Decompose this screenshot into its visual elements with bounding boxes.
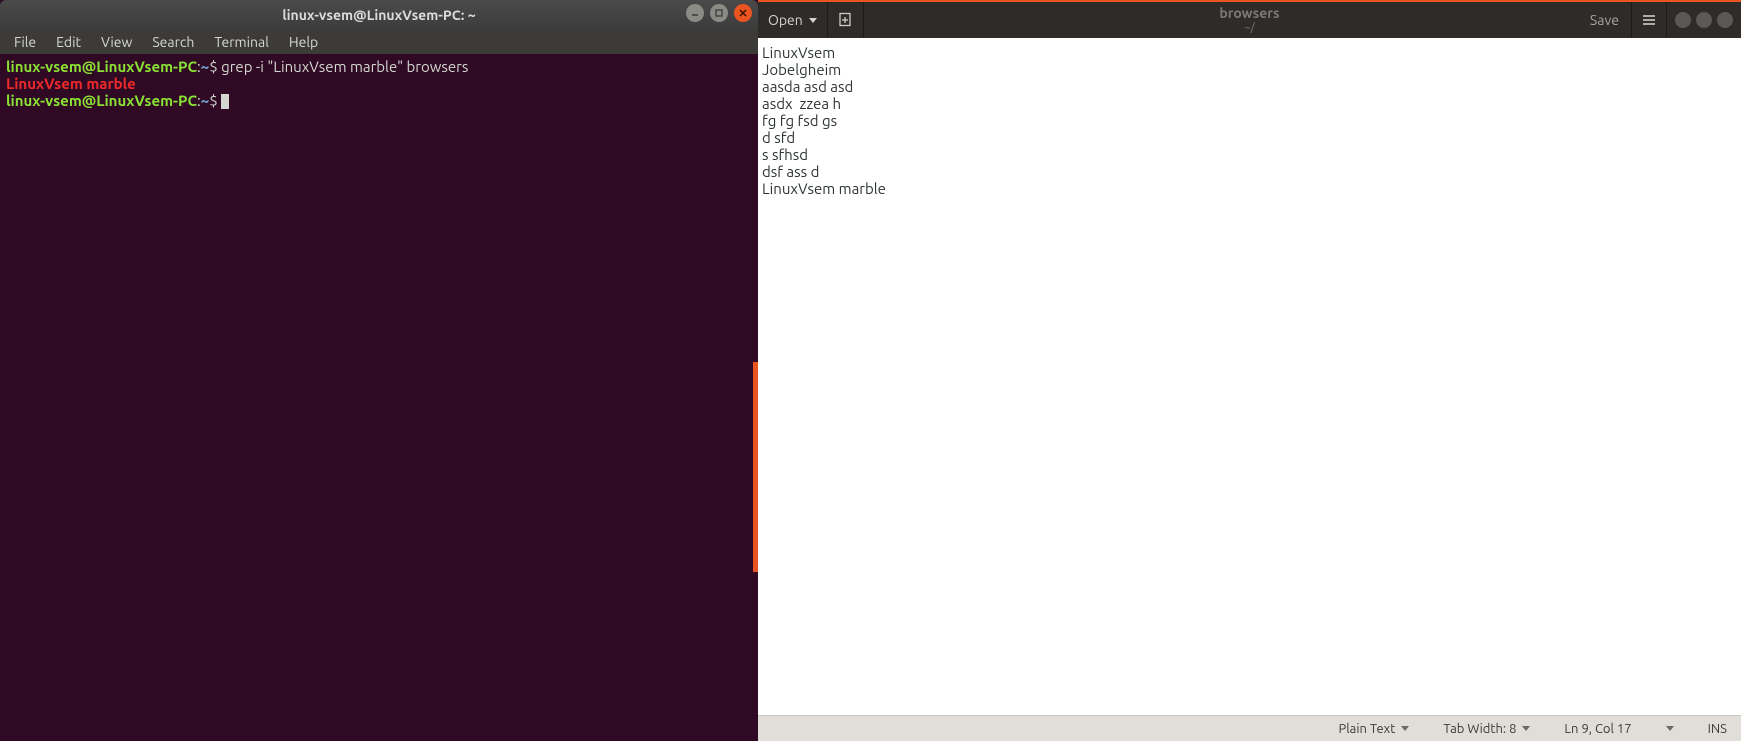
close-button[interactable] xyxy=(734,4,752,22)
header-right-controls: Save xyxy=(1578,2,1741,38)
status-position-label: Ln 9, Col 17 xyxy=(1564,722,1631,736)
status-insert-label: INS xyxy=(1708,722,1727,736)
terminal-content[interactable]: linux-vsem@LinuxVsem-PC:~$ grep -i "Linu… xyxy=(0,54,758,741)
chevron-down-icon xyxy=(809,18,817,23)
editor-headerbar[interactable]: Open browsers ~/ Save xyxy=(758,2,1741,38)
status-tab-width[interactable]: Tab Width: 8 xyxy=(1443,722,1530,736)
status-language-label: Plain Text xyxy=(1338,722,1395,736)
prompt-path: ~ xyxy=(201,92,209,109)
terminal-window: linux-vsem@LinuxVsem-PC: ~ File Edit Vie… xyxy=(0,0,758,741)
chevron-down-icon[interactable] xyxy=(1666,726,1674,731)
editor-line: LinuxVsem marble xyxy=(762,180,886,197)
minimize-button[interactable] xyxy=(1675,12,1691,28)
editor-line: dsf ass d xyxy=(762,163,819,180)
menu-edit[interactable]: Edit xyxy=(46,31,91,53)
terminal-titlebar[interactable]: linux-vsem@LinuxVsem-PC: ~ xyxy=(0,0,758,30)
status-language[interactable]: Plain Text xyxy=(1338,722,1409,736)
new-document-button[interactable] xyxy=(828,2,864,38)
menu-button[interactable] xyxy=(1631,2,1667,38)
prompt-path: ~ xyxy=(201,58,209,75)
chevron-down-icon xyxy=(1401,726,1409,731)
editor-line: asdx zzea h xyxy=(762,95,841,112)
status-cursor-position[interactable]: Ln 9, Col 17 xyxy=(1564,722,1631,736)
minimize-button[interactable] xyxy=(686,4,704,22)
editor-window: Open browsers ~/ Save xyxy=(758,0,1741,741)
editor-text-area[interactable]: LinuxVsem Jobelgheim aasda asd asd asdx … xyxy=(758,38,1741,715)
grep-match-output: LinuxVsem marble xyxy=(6,75,136,92)
prompt-user: linux-vsem@LinuxVsem-PC xyxy=(6,58,197,75)
menu-view[interactable]: View xyxy=(91,31,142,53)
active-window-indicator xyxy=(753,362,758,572)
terminal-command: grep -i "LinuxVsem marble" browsers xyxy=(221,58,468,75)
header-left-controls: Open xyxy=(758,2,864,38)
status-tabwidth-label: Tab Width: 8 xyxy=(1443,722,1516,736)
terminal-menubar: File Edit View Search Terminal Help xyxy=(0,30,758,54)
open-label: Open xyxy=(768,12,803,28)
menu-terminal[interactable]: Terminal xyxy=(204,31,279,53)
maximize-button[interactable] xyxy=(1696,12,1712,28)
chevron-down-icon xyxy=(1522,726,1530,731)
editor-line: aasda asd asd xyxy=(762,78,853,95)
terminal-window-controls xyxy=(686,4,752,22)
editor-statusbar: Plain Text Tab Width: 8 Ln 9, Col 17 INS xyxy=(758,715,1741,741)
menu-help[interactable]: Help xyxy=(279,31,328,53)
editor-line: fg fg fsd gs xyxy=(762,112,837,129)
new-document-icon xyxy=(837,12,853,28)
close-button[interactable] xyxy=(1717,12,1733,28)
editor-window-controls xyxy=(1667,12,1741,28)
editor-line: LinuxVsem xyxy=(762,44,835,61)
menu-search[interactable]: Search xyxy=(142,31,204,53)
status-insert-mode[interactable]: INS xyxy=(1708,722,1727,736)
prompt-char: $ xyxy=(209,92,217,109)
editor-line: Jobelgheim xyxy=(762,61,841,78)
terminal-cursor xyxy=(221,94,229,109)
prompt-char: $ xyxy=(209,58,217,75)
terminal-title: linux-vsem@LinuxVsem-PC: ~ xyxy=(0,7,758,23)
editor-line: d sfd xyxy=(762,129,795,146)
menu-file[interactable]: File xyxy=(4,31,46,53)
maximize-button[interactable] xyxy=(710,4,728,22)
open-button[interactable]: Open xyxy=(758,2,828,38)
save-button[interactable]: Save xyxy=(1578,2,1631,38)
hamburger-icon xyxy=(1642,14,1656,26)
editor-line: s sfhsd xyxy=(762,146,808,163)
prompt-user: linux-vsem@LinuxVsem-PC xyxy=(6,92,197,109)
